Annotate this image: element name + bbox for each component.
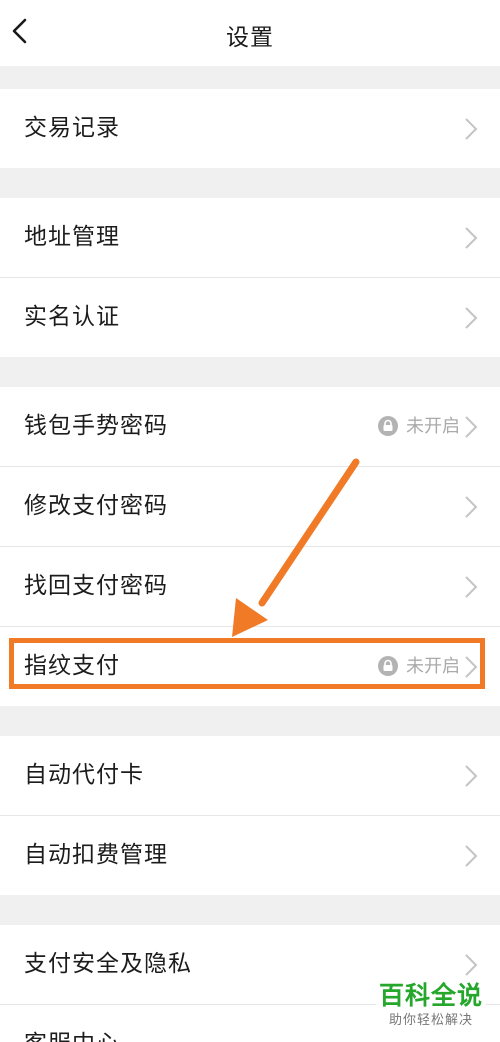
settings-item-retrieve-pay-password[interactable]: 找回支付密码 — [0, 547, 500, 626]
settings-item-label: 交易记录 — [24, 115, 120, 141]
settings-item-label: 钱包手势密码 — [24, 413, 168, 439]
chevron-right-icon — [465, 307, 478, 329]
header-bar: 设置 — [0, 0, 500, 66]
chevron-right-icon — [465, 656, 478, 678]
chevron-right-icon — [465, 118, 478, 140]
chevron-right-icon — [465, 954, 478, 976]
settings-item-real-name-auth[interactable]: 实名认证 — [0, 278, 500, 357]
chevron-right-icon — [465, 765, 478, 787]
chevron-right-icon — [465, 845, 478, 867]
settings-item-fingerprint-pay[interactable]: 指纹支付 未开启 — [0, 627, 500, 706]
chevron-right-icon — [465, 416, 478, 438]
lock-icon — [378, 656, 398, 676]
settings-item-label: 修改支付密码 — [24, 493, 168, 519]
settings-item-address-management[interactable]: 地址管理 — [0, 198, 500, 277]
settings-item-auto-deduct-management[interactable]: 自动扣费管理 — [0, 816, 500, 895]
settings-item-label: 自动代付卡 — [24, 762, 144, 788]
chevron-right-icon — [465, 227, 478, 249]
settings-item-label: 客服中心 — [24, 1005, 120, 1042]
page-title: 设置 — [226, 25, 274, 51]
settings-item-wallet-gesture-password[interactable]: 钱包手势密码 未开启 — [0, 387, 500, 466]
watermark-subtitle: 助你轻松解决 — [388, 1013, 473, 1028]
watermark-logo: 百科全说 助你轻松解决 — [376, 980, 486, 1030]
settings-item-label: 自动扣费管理 — [24, 842, 168, 868]
settings-item-change-pay-password[interactable]: 修改支付密码 — [0, 467, 500, 546]
chevron-right-icon — [465, 496, 478, 518]
settings-item-label: 指纹支付 — [24, 653, 120, 679]
lock-icon — [378, 416, 398, 436]
settings-item-transaction-records[interactable]: 交易记录 — [0, 89, 500, 168]
settings-item-label: 实名认证 — [24, 304, 120, 330]
chevron-right-icon — [465, 576, 478, 598]
settings-item-label: 支付安全及隐私 — [24, 951, 192, 977]
settings-item-auto-pay-card[interactable]: 自动代付卡 — [0, 736, 500, 815]
settings-item-label: 地址管理 — [24, 224, 120, 250]
status-text: 未开启 — [406, 416, 460, 437]
status-text: 未开启 — [406, 656, 460, 677]
watermark-title: 百科全说 — [378, 981, 483, 1010]
settings-item-label: 找回支付密码 — [24, 573, 168, 599]
